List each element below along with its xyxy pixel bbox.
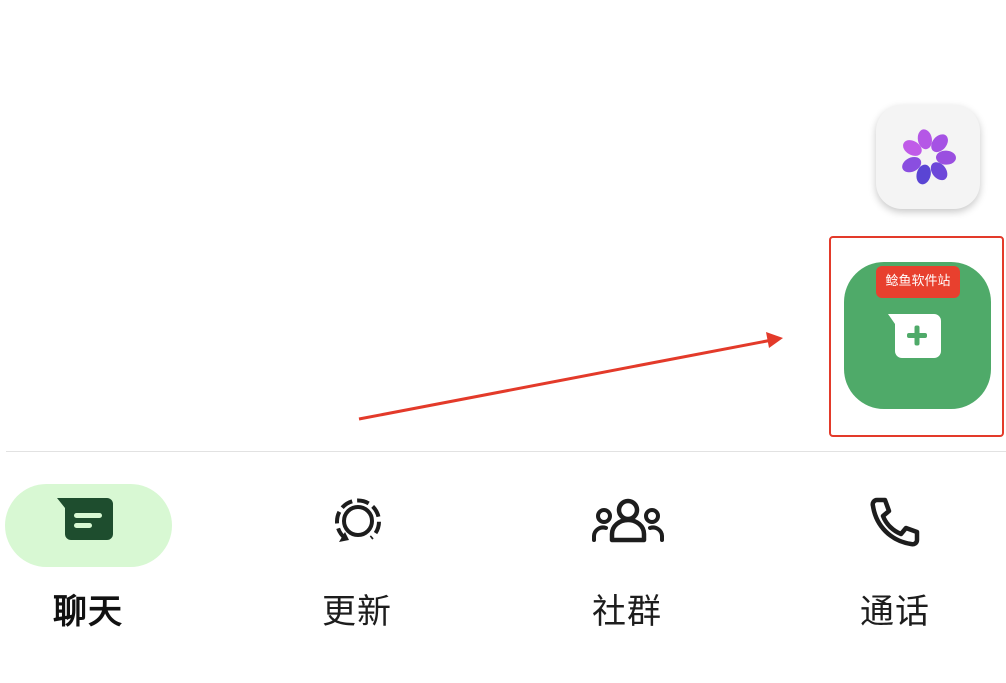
- communities-icon: [592, 496, 664, 550]
- nav-tab-chats[interactable]: 聊天: [0, 452, 250, 652]
- updates-icon: [333, 496, 383, 550]
- nav-label-chats: 聊天: [53, 592, 123, 632]
- nav-tab-updates[interactable]: 更新: [232, 452, 482, 652]
- highlight-box: [829, 236, 1004, 437]
- meta-ai-button[interactable]: [876, 105, 980, 209]
- nav-label-communities: 社群: [592, 592, 662, 632]
- whatsapp-chats-screen: 鲶鱼软件站 聊天 更新 社群 通话: [0, 0, 1006, 683]
- meta-ai-ring-icon: [902, 129, 956, 185]
- nav-tab-communities[interactable]: 社群: [502, 452, 752, 652]
- nav-tab-calls[interactable]: 通话: [756, 452, 1006, 652]
- nav-label-updates: 更新: [322, 592, 392, 632]
- nav-label-calls: 通话: [860, 592, 930, 632]
- bottom-navigation: 聊天 更新 社群 通话: [0, 452, 1006, 683]
- phone-icon: [869, 496, 921, 552]
- chat-icon: [57, 496, 115, 548]
